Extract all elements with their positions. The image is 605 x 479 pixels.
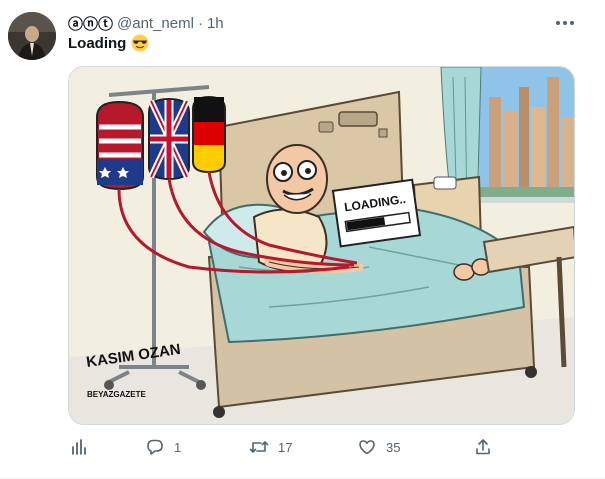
avatar-image xyxy=(8,12,56,60)
analytics-icon xyxy=(64,432,94,462)
tweet-media[interactable]: LOADING.. KASIM OZAN BEYAZGAZETE xyxy=(68,66,575,425)
retweet-count: 17 xyxy=(278,439,293,455)
reply-icon xyxy=(140,432,170,462)
more-button[interactable] xyxy=(548,10,582,36)
retweet-button[interactable]: 17 xyxy=(244,432,292,462)
signature-outlet: BEYAZGAZETE xyxy=(87,390,146,399)
retweet-icon xyxy=(244,432,274,462)
reply-button[interactable]: 1 xyxy=(140,432,181,462)
separator-dot: · xyxy=(197,14,203,32)
avatar[interactable] xyxy=(8,12,56,60)
like-button[interactable]: 35 xyxy=(352,432,400,462)
like-count: 35 xyxy=(386,439,401,455)
tweet[interactable]: ⓐⓝⓣ @ant_neml · 1h Loading LOADING.. KAS… xyxy=(0,0,605,479)
user-handle[interactable]: @ant_neml xyxy=(117,15,194,32)
share-icon xyxy=(468,432,498,462)
tweet-header: ⓐⓝⓣ @ant_neml · 1h xyxy=(68,13,224,33)
timestamp[interactable]: 1h xyxy=(207,15,224,32)
tweet-text-content: Loading xyxy=(68,34,127,52)
like-icon xyxy=(352,432,382,462)
share-button[interactable] xyxy=(468,432,498,462)
sunglasses-emoji xyxy=(131,34,149,52)
reply-count: 1 xyxy=(174,439,182,455)
more-icon xyxy=(556,21,574,25)
analytics-button[interactable] xyxy=(64,432,94,462)
tweet-actions: 1 17 35 xyxy=(64,432,494,462)
display-name[interactable]: ⓐⓝⓣ xyxy=(68,13,113,34)
cartoon-image: LOADING.. KASIM OZAN BEYAZGAZETE xyxy=(69,67,574,424)
tweet-text: Loading xyxy=(68,34,149,52)
